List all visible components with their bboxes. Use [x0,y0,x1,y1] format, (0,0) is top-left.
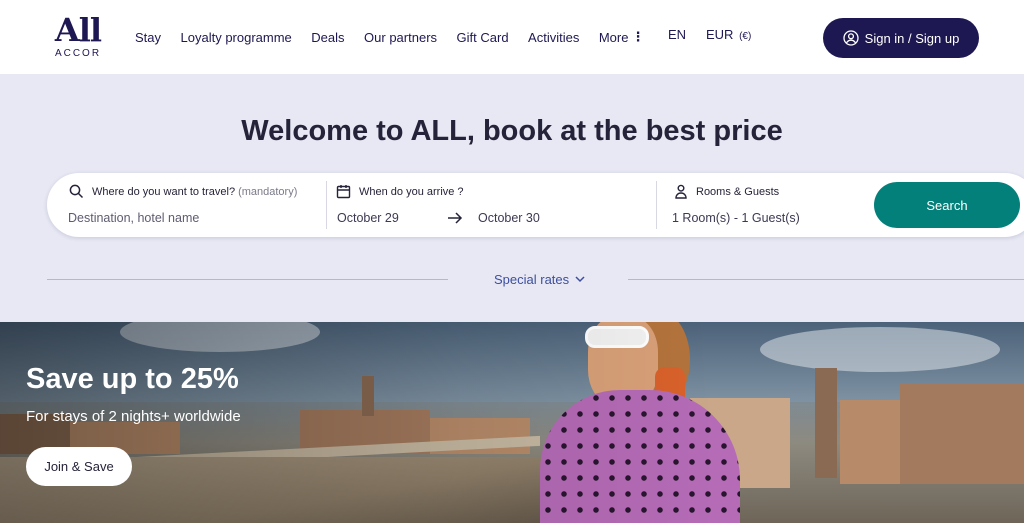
logo-mark: All [54,11,102,49]
divider-right [628,279,1024,280]
currency-code: EUR [706,27,734,42]
page-title: Welcome to ALL, book at the best price [241,115,783,147]
main-nav: Stay Loyalty programme Deals Our partner… [135,27,664,47]
special-rates-toggle[interactable]: Special rates [494,272,585,287]
rooms-guests-value[interactable]: 1 Room(s) - 1 Guest(s) [672,211,800,225]
accor-all-logo[interactable]: All ACCOR [52,14,104,62]
nav-more-label: More [598,29,629,45]
chevron-down-icon [575,276,585,283]
currency-symbol: (€) [739,31,752,42]
search-button[interactable]: Search [874,182,1020,228]
nav-item-deals[interactable]: Deals [311,30,344,45]
nav-item-our-partners[interactable]: Our partners [364,30,437,45]
destination-label-text: Where do you want to travel? [92,185,236,198]
booking-search-bar: Where do you want to travel? (mandatory)… [47,173,1024,237]
sign-in-label: Sign in / Sign up [864,30,960,46]
logo-subtext: ACCOR [54,48,102,59]
hero-subtitle: For stays of 2 nights+ worldwide [26,408,241,425]
rooms-guests-label-text: Rooms & Guests [696,185,780,198]
sign-in-button[interactable]: Sign in / Sign up [823,18,979,58]
dates-field[interactable]: When do you arrive ? October 29 October … [326,181,656,229]
arrival-date[interactable]: October 29 [337,211,399,225]
nav-item-stay[interactable]: Stay [135,30,161,45]
more-vertical-icon: ⋮ [631,29,645,44]
hero-title: Save up to 25% [26,363,239,395]
rooms-guests-field[interactable]: Rooms & Guests 1 Room(s) - 1 Guest(s) [656,181,866,229]
dates-label-text: When do you arrive ? [359,185,464,198]
nav-item-more[interactable]: More ⋮ [599,29,645,45]
divider-left [47,279,448,280]
rooms-guests-label: Rooms & Guests [674,184,779,199]
user-circle-icon [843,30,859,46]
search-icon [69,184,84,199]
nav-item-activities[interactable]: Activities [528,30,579,45]
destination-field[interactable]: Where do you want to travel? (mandatory)… [47,173,325,237]
destination-input[interactable]: Destination, hotel name [68,211,199,225]
nav-item-gift-card[interactable]: Gift Card [457,30,509,45]
special-rates-label: Special rates [494,272,570,287]
calendar-icon [336,185,351,199]
destination-label: Where do you want to travel? (mandatory) [69,184,297,199]
arrow-right-icon [448,212,463,224]
language-selector[interactable]: EN [668,27,686,42]
mandatory-note: (mandatory) [238,185,298,198]
departure-date[interactable]: October 30 [478,211,540,225]
currency-selector[interactable]: EUR (€) [706,27,751,42]
promo-hero: Save up to 25% For stays of 2 nights+ wo… [0,322,1024,523]
nav-item-loyalty-programme[interactable]: Loyalty programme [181,30,292,45]
join-and-save-button[interactable]: Join & Save [26,447,132,486]
dates-label: When do you arrive ? [336,184,464,199]
site-header: All ACCOR Stay Loyalty programme Deals O… [0,0,1024,74]
person-icon [675,184,687,199]
